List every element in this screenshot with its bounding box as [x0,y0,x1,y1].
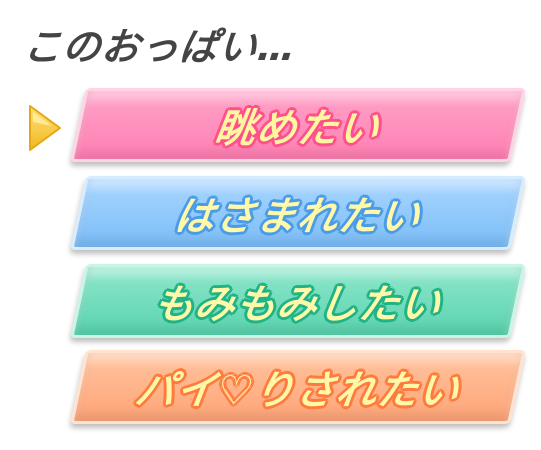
choice-label: もみもみしたい [150,282,445,328]
choice-button-2[interactable]: はさまれたい [70,176,526,250]
choice-button-1[interactable]: 眺めたい [70,88,526,162]
choice-label: 眺めたい [212,106,383,152]
choice-button-4[interactable]: パイ♡りされたい [70,350,526,424]
choice-label: パイ♡りされたい [132,368,463,414]
choice-button-3[interactable]: もみもみしたい [70,264,526,338]
choice-menu: 眺めたい はさまれたい もみもみしたい パイ♡りされたい [0,0,541,450]
choice-label: はさまれたい [171,194,424,240]
